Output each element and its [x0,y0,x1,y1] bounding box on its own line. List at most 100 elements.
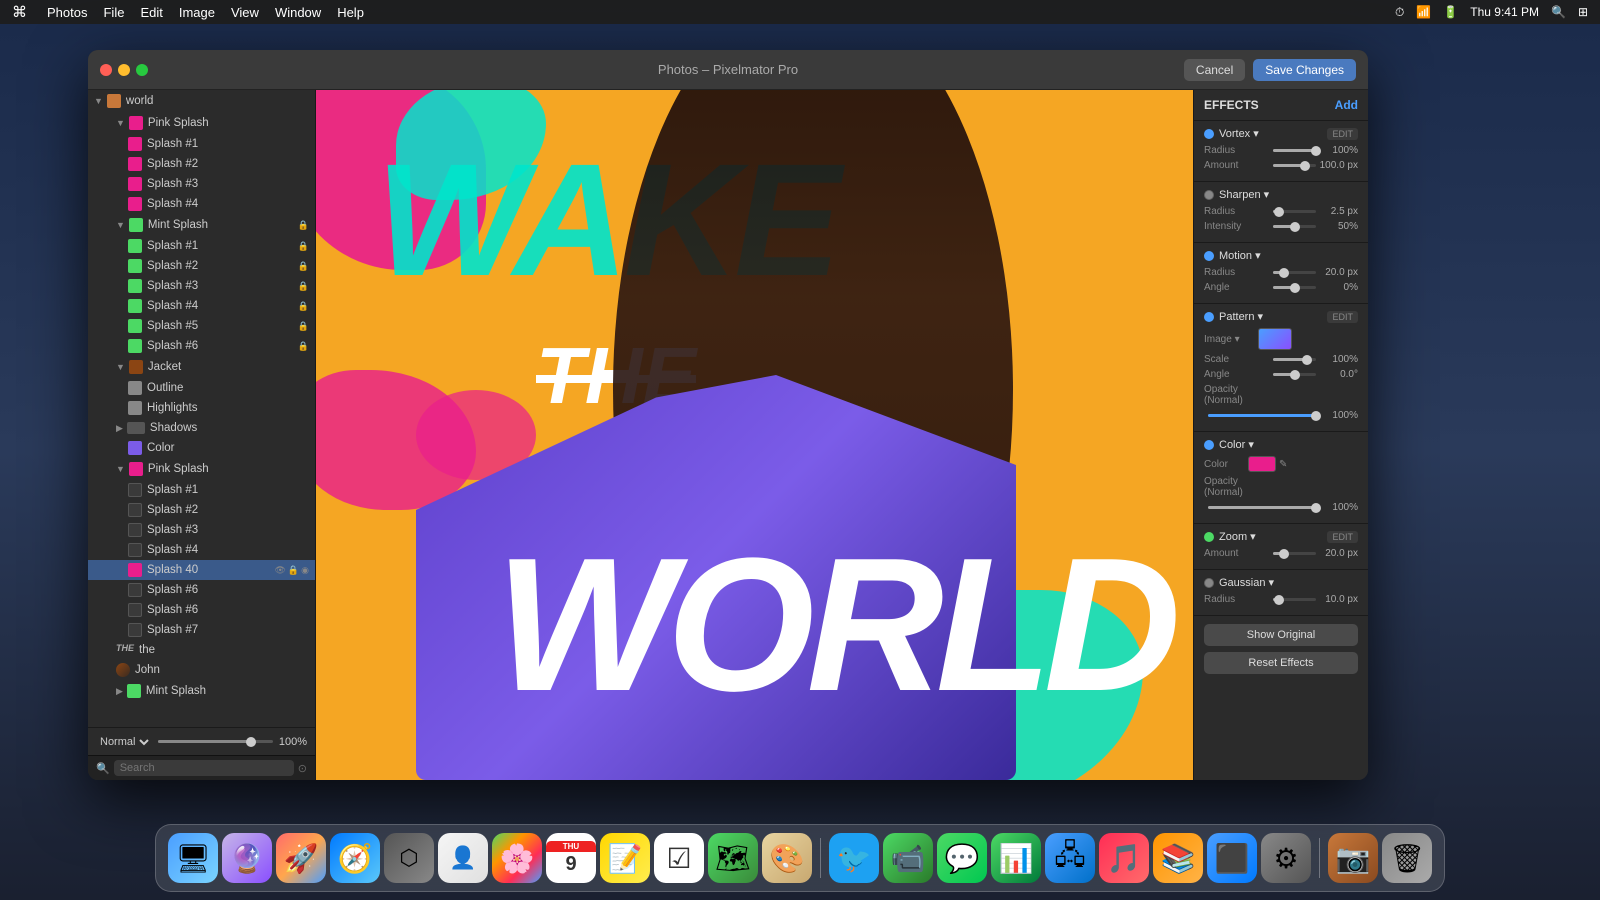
layer-item-ps-6b[interactable]: Splash #6 [88,600,315,620]
layer-item-shadows[interactable]: ▶ Shadows [88,418,315,438]
layer-item-ps-2[interactable]: Splash #2 [88,500,315,520]
layer-item-ps-7[interactable]: Splash #7 [88,620,315,640]
menu-image[interactable]: Image [179,5,215,20]
dock-icon-maps[interactable]: 🗺 [708,833,758,883]
apple-logo-icon[interactable]: ⌘ [12,3,27,21]
layer-item-john[interactable]: John [88,660,315,680]
dock-icon-appstore[interactable]: ⬛ [1207,833,1257,883]
pattern-edit-button[interactable]: EDIT [1327,311,1358,323]
layer-item-color[interactable]: Color [88,438,315,458]
pattern-thumbnail[interactable] [1258,328,1292,350]
dock-icon-facetime[interactable]: 📹 [883,833,933,883]
motion-radius-slider[interactable] [1273,271,1316,274]
search-icon[interactable]: 🔍 [1551,5,1566,19]
layer-item-splash-1[interactable]: Splash #1 [88,134,315,154]
color-swatch[interactable] [1248,456,1276,472]
zoom-amount-slider[interactable] [1273,552,1316,555]
show-original-button[interactable]: Show Original [1204,624,1358,646]
layer-group-world[interactable]: ▼ world [88,90,315,112]
menu-edit[interactable]: Edit [140,5,162,20]
vortex-edit-button[interactable]: EDIT [1327,128,1358,140]
control-center-icon[interactable]: ⊞ [1578,5,1588,19]
pattern-scale-slider[interactable] [1273,358,1316,361]
layer-group-mint-splash-2[interactable]: ▶ Mint Splash [88,680,315,702]
opacity-slider[interactable] [158,740,273,743]
dock-icon-photo-library[interactable]: 📷 [1328,833,1378,883]
layer-item-splash-3[interactable]: Splash #3 [88,174,315,194]
dock-icon-pixelmator[interactable]: 🎨 [762,833,812,883]
layer-item-highlights[interactable]: Highlights [88,398,315,418]
layer-item-the[interactable]: THE the [88,640,315,660]
save-changes-button[interactable]: Save Changes [1253,59,1356,81]
gaussian-radius-slider[interactable] [1273,598,1316,601]
fullscreen-button[interactable] [136,64,148,76]
layer-group-pink-splash-1[interactable]: ▼ Pink Splash [88,112,315,134]
effect-toggle-motion[interactable] [1204,251,1214,261]
dock-icon-trash[interactable]: 🗑 [1382,833,1432,883]
add-effect-button[interactable]: Add [1335,98,1358,112]
menu-file[interactable]: File [103,5,124,20]
layer-item-mint-1[interactable]: Splash #1 🔒 [88,236,315,256]
layer-item-splash-2[interactable]: Splash #2 [88,154,315,174]
effect-toggle-sharpen[interactable] [1204,190,1214,200]
canvas-area[interactable]: WAKE THE WORLD [316,90,1193,780]
dock-icon-notes[interactable]: 📝 [600,833,650,883]
reset-effects-button[interactable]: Reset Effects [1204,652,1358,674]
effect-toggle-zoom[interactable] [1204,532,1214,542]
sharpen-radius-slider[interactable] [1273,210,1316,213]
dock-icon-books[interactable]: 📚 [1153,833,1203,883]
dock-icon-contacts[interactable]: 👤 [438,833,488,883]
layer-item-outline[interactable]: Outline [88,378,315,398]
layer-item-mint-6[interactable]: Splash #6 🔒 [88,336,315,356]
layer-item-mint-2[interactable]: Splash #2 🔒 [88,256,315,276]
zoom-edit-button[interactable]: EDIT [1327,531,1358,543]
close-button[interactable] [100,64,112,76]
dock-icon-siri[interactable]: 🔮 [222,833,272,883]
motion-angle-slider[interactable] [1273,286,1316,289]
dock-icon-calendar[interactable]: THU 9 [546,833,596,883]
dock-icon-messages[interactable]: 💬 [937,833,987,883]
filter-icon[interactable]: ⊙ [298,762,307,775]
layer-item-splash-40[interactable]: Splash 40 👁 🔒 ◉ [88,560,315,580]
dock-icon-twitter[interactable]: 🐦 [829,833,879,883]
dock-icon-photos[interactable]: 🌸 [492,833,542,883]
cancel-button[interactable]: Cancel [1184,59,1245,81]
layer-group-pink-splash-2[interactable]: ▼ Pink Splash [88,458,315,480]
search-input[interactable] [114,760,294,776]
color-edit-button[interactable]: ✎ [1279,459,1287,470]
layer-item-mint-4[interactable]: Splash #4 🔒 [88,296,315,316]
pattern-opacity-slider[interactable] [1208,414,1316,417]
layer-item-mint-3[interactable]: Splash #3 🔒 [88,276,315,296]
dock-icon-finder[interactable]: 🖥 [168,833,218,883]
dock-icon-reminders[interactable]: ☑ [654,833,704,883]
dock-icon-keynote[interactable]: 🖧 [1045,833,1095,883]
menu-help[interactable]: Help [337,5,364,20]
layer-item-ps-3[interactable]: Splash #3 [88,520,315,540]
layer-item-ps-4[interactable]: Splash #4 [88,540,315,560]
layer-item-ps-6a[interactable]: Splash #6 [88,580,315,600]
menu-window[interactable]: Window [275,5,321,20]
menu-photos[interactable]: Photos [47,5,87,20]
effect-toggle-pattern[interactable] [1204,312,1214,322]
vortex-amount-slider[interactable] [1273,164,1316,167]
dock-icon-migration[interactable]: ⬡ [384,833,434,883]
color-opacity-slider[interactable] [1208,506,1316,509]
sharpen-intensity-slider[interactable] [1273,225,1316,228]
effect-toggle-color[interactable] [1204,440,1214,450]
layer-item-mint-5[interactable]: Splash #5 🔒 [88,316,315,336]
dock-icon-safari[interactable]: 🧭 [330,833,380,883]
effect-toggle-gaussian[interactable] [1204,578,1214,588]
dock-icon-music[interactable]: 🎵 [1099,833,1149,883]
layer-group-jacket[interactable]: ▼ Jacket [88,356,315,378]
layer-item-ps-1[interactable]: Splash #1 [88,480,315,500]
blend-mode-select[interactable]: Normal [96,735,152,749]
layer-group-mint-splash-1[interactable]: ▼ Mint Splash 🔒 [88,214,315,236]
layer-item-splash-4[interactable]: Splash #4 [88,194,315,214]
dock-icon-numbers[interactable]: 📊 [991,833,1041,883]
pattern-angle-slider[interactable] [1273,373,1316,376]
effect-toggle-vortex[interactable] [1204,129,1214,139]
dock-icon-preferences[interactable]: ⚙ [1261,833,1311,883]
vortex-radius-slider[interactable] [1273,149,1316,152]
menu-view[interactable]: View [231,5,259,20]
minimize-button[interactable] [118,64,130,76]
